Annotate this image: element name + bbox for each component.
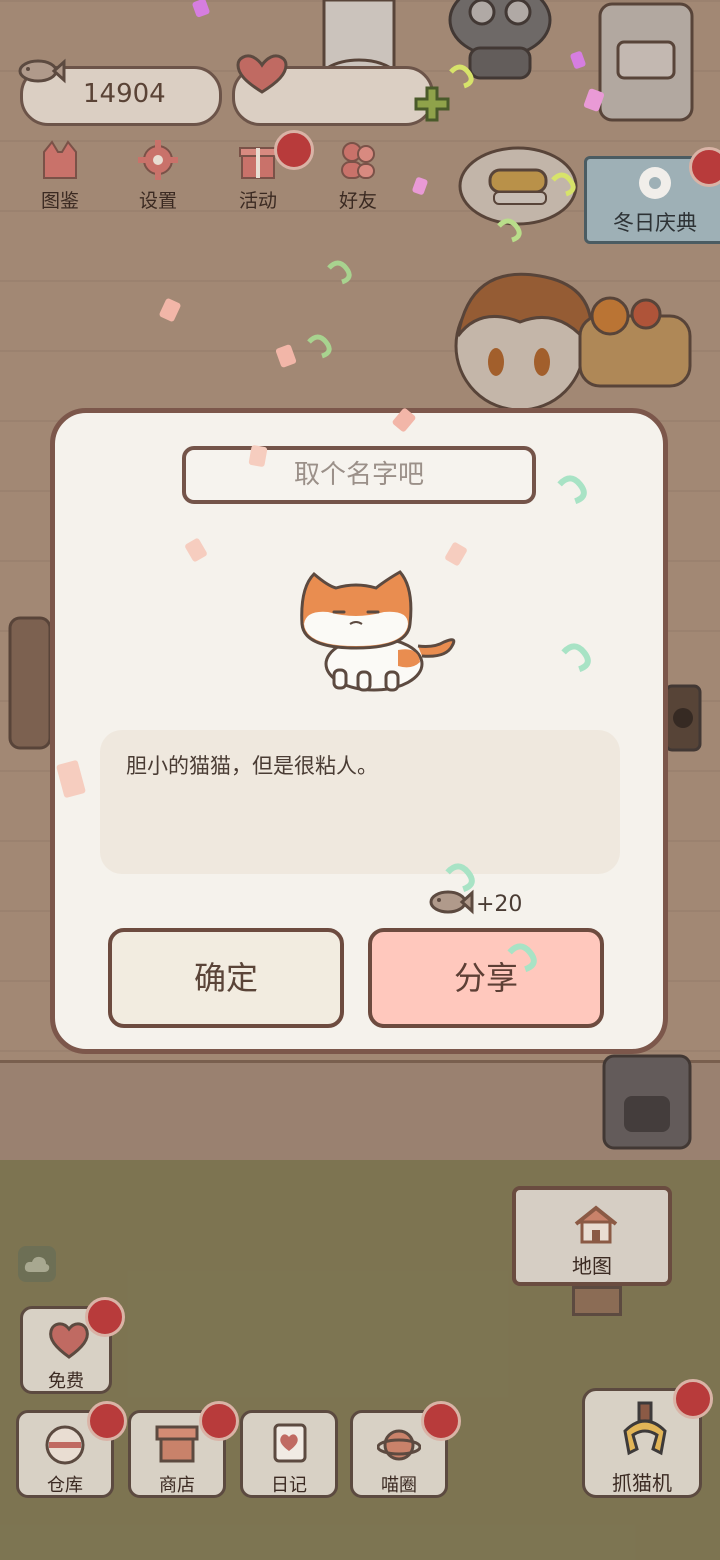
cat-planet-icon: [377, 1429, 421, 1461]
warehouse-label: 仓库: [47, 1475, 83, 1496]
cat-description-text: 胆小的猫猫，但是很粘人。: [126, 754, 378, 778]
flower-icon: [639, 167, 671, 199]
notification-badge: [421, 1401, 461, 1441]
heart-icon: [236, 54, 288, 94]
notification-badge: [689, 147, 720, 187]
menu-label-settings: 设置: [138, 190, 177, 212]
shop-button[interactable]: 商店: [128, 1401, 239, 1498]
confetti-streamer: [551, 172, 576, 197]
heart-icon: [49, 1322, 89, 1359]
free-label: 免费: [48, 1371, 84, 1392]
house-icon: [574, 1205, 618, 1244]
confetti-streamer: [445, 863, 475, 893]
shop-stall-icon: [155, 1425, 199, 1463]
cat-name-input[interactable]: [182, 446, 536, 504]
menu-label-collection: 图鉴: [40, 190, 79, 212]
meow-circle-label: 喵圈: [381, 1475, 417, 1496]
confetti-piece: [248, 444, 268, 468]
notification-badge: [274, 130, 314, 170]
confetti-streamer: [507, 943, 537, 973]
confetti-streamer: [449, 64, 474, 89]
confetti-streamer: [327, 260, 352, 285]
notification-badge: [673, 1379, 713, 1419]
share-reward-amount: +20: [476, 892, 523, 917]
warehouse-button[interactable]: 仓库: [16, 1401, 127, 1498]
free-button[interactable]: 免费: [20, 1297, 125, 1394]
fish-count: 14904: [83, 79, 166, 109]
confetti-streamer: [497, 218, 522, 243]
notification-badge: [199, 1401, 239, 1441]
cat-description-box: 胆小的猫猫，但是很粘人。: [100, 730, 620, 874]
diary-button[interactable]: 日记: [240, 1410, 338, 1498]
food-bowl-icon: [45, 1425, 85, 1465]
gift-icon: [239, 147, 277, 179]
add-heart-button[interactable]: [412, 84, 452, 124]
menu-button-friends[interactable]: 好友: [318, 136, 398, 216]
notification-badge: [87, 1401, 127, 1441]
orange-cat-illustration: [300, 570, 456, 692]
meow-circle-button[interactable]: 喵圈: [350, 1401, 461, 1498]
menu-button-collection[interactable]: 图鉴: [20, 136, 100, 216]
fish-icon: [18, 58, 66, 84]
winter-festival-button[interactable]: 冬日庆典: [584, 147, 720, 244]
notification-badge: [85, 1297, 125, 1337]
diary-label: 日记: [271, 1475, 307, 1496]
confirm-button[interactable]: 确定: [108, 928, 344, 1028]
confetti-streamer: [561, 643, 591, 673]
share-button[interactable]: 分享: [368, 928, 604, 1028]
map-label: 地图: [572, 1254, 612, 1278]
map-button[interactable]: 地图: [512, 1186, 672, 1286]
cloud-icon-button[interactable]: [18, 1246, 56, 1282]
shop-label: 商店: [159, 1475, 195, 1496]
claw-machine-button[interactable]: 抓猫机: [582, 1379, 713, 1498]
confetti-streamer: [307, 334, 332, 359]
cloud-icon: [24, 1256, 50, 1272]
map-sign-post: [572, 1286, 622, 1316]
confetti-streamer: [557, 475, 587, 505]
diary-icon: [273, 1423, 307, 1463]
menu-button-events[interactable]: 活动: [218, 130, 314, 216]
menu-label-friends: 好友: [338, 190, 377, 212]
cat-head-icon: [43, 140, 77, 179]
gear-icon: [138, 140, 178, 180]
claw-icon: [623, 1401, 667, 1456]
menu-button-settings[interactable]: 设置: [118, 136, 198, 216]
winter-festival-label: 冬日庆典: [613, 211, 697, 235]
claw-machine-label: 抓猫机: [612, 1471, 672, 1495]
friends-icon: [341, 142, 375, 179]
menu-label-events: 活动: [238, 190, 277, 212]
